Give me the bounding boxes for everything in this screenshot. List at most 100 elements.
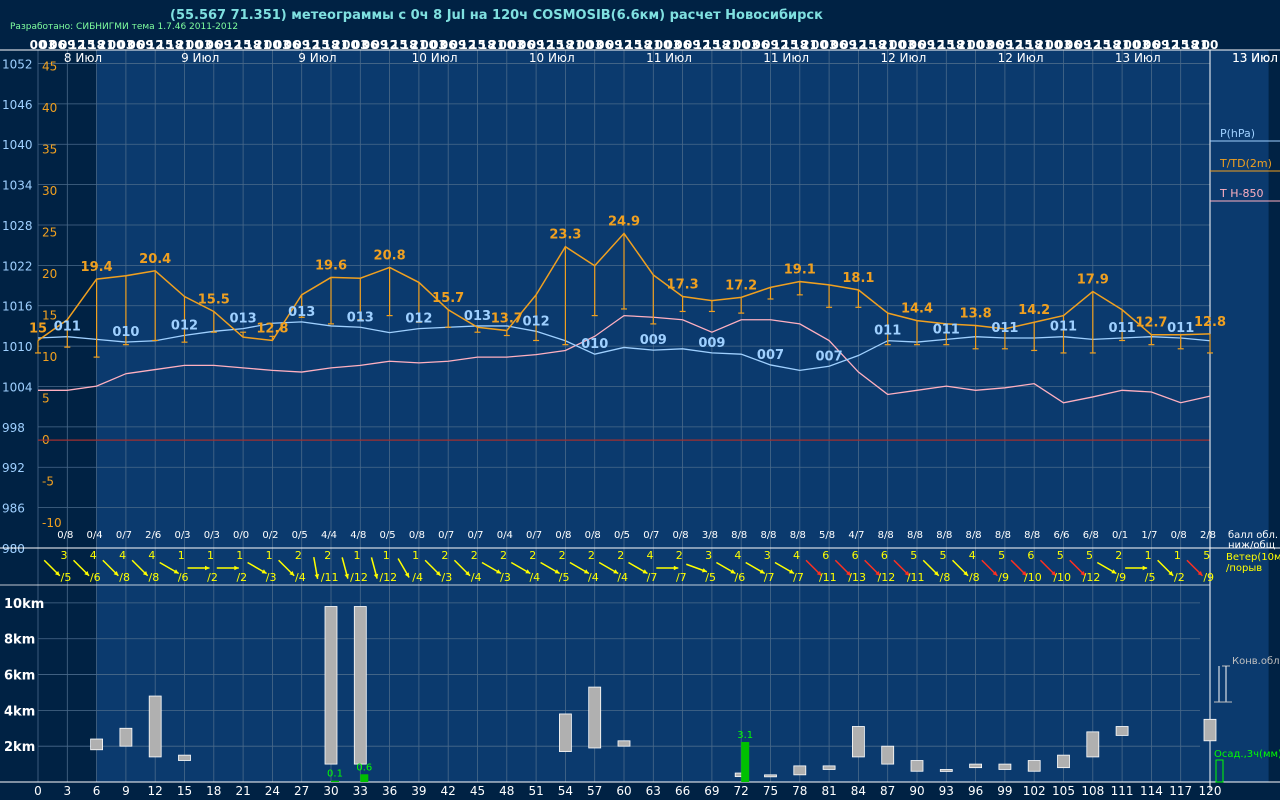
legend-temperature: T/TD(2m): [1219, 157, 1272, 170]
temperature-value-label: 13.8: [960, 307, 992, 322]
pressure-value-label: 011: [54, 320, 81, 335]
pressure-value-label: 007: [816, 349, 843, 364]
bottom-hour-label: 12: [148, 784, 163, 798]
cloud-cover-value: 2/6: [145, 530, 161, 541]
date-label: 12 Июл: [998, 51, 1044, 65]
km-tick-label: 4km: [4, 704, 35, 719]
temperature-tick-label: 40: [42, 101, 57, 115]
bottom-hour-label: 78: [792, 784, 807, 798]
hour-tick-label: 00: [1202, 38, 1219, 52]
convective-cloud-bar: [881, 745, 895, 765]
temperature-tick-label: -10: [42, 516, 62, 530]
precip-value-label: 0.1: [327, 769, 343, 780]
km-tick-label: 10km: [4, 597, 44, 612]
cloud-cover-value: 0/7: [438, 530, 454, 541]
temperature-value-label: 14.4: [901, 302, 933, 317]
convective-cloud-bar: [764, 774, 777, 778]
pressure-tick-label: 1040: [2, 138, 33, 152]
temperature-tick-label: 30: [42, 184, 57, 198]
wind-gust: /4: [295, 571, 306, 584]
date-label: 12 Июл: [880, 51, 926, 65]
precip-value-label: 0.6: [356, 762, 372, 773]
bottom-hour-label: 24: [265, 784, 280, 798]
wind-speed: 6: [881, 549, 888, 562]
convective-cloud-bar: [353, 606, 367, 765]
cloud-cover-value: 8/8: [966, 530, 982, 541]
wind-speed: 2: [529, 549, 536, 562]
temperature-tick-label: -5: [42, 475, 54, 489]
temperature-value-label: 14.2: [1018, 303, 1050, 318]
wind-gust: /9: [1115, 571, 1126, 584]
temperature-value-label: 17.9: [1077, 273, 1109, 288]
temperature-value-label: 15.7: [432, 291, 464, 306]
wind-speed: 5: [940, 549, 947, 562]
wind-gust: /4: [588, 571, 599, 584]
date-label: 13 Июл: [1115, 51, 1161, 65]
bottom-hour-label: 93: [939, 784, 954, 798]
pressure-value-label: 012: [171, 318, 198, 333]
convective-cloud-bar: [617, 740, 631, 747]
cloud-cover-label-2: ниж/общ: [1228, 540, 1275, 551]
temperature-value-label: 12.8: [1194, 315, 1226, 330]
wind-gust: /11: [907, 571, 925, 584]
wind-speed: 6: [822, 549, 829, 562]
cloud-cover-value: 0/3: [174, 530, 190, 541]
wind-speed: 4: [148, 549, 155, 562]
temperature-value-label: 19.4: [81, 260, 113, 275]
bottom-hour-label: 51: [528, 784, 543, 798]
cloud-cover-value: 0/5: [292, 530, 308, 541]
bottom-hour-label: 72: [734, 784, 749, 798]
cloud-cover-value: 0/7: [526, 530, 542, 541]
wind-label-2: /порыв: [1226, 563, 1262, 574]
date-label: 9 Июл: [181, 51, 219, 65]
cloud-cover-value: 0/8: [555, 530, 571, 541]
wind-speed: 5: [1057, 549, 1064, 562]
wind-gust: /7: [676, 571, 687, 584]
bottom-hour-label: 63: [646, 784, 661, 798]
convective-cloud-bar: [178, 754, 191, 761]
cloud-cover-value: 8/8: [936, 530, 952, 541]
wind-gust: /2: [1174, 571, 1185, 584]
wind-speed: 2: [295, 549, 302, 562]
wind-speed: 4: [969, 549, 976, 562]
convective-cloud-bar: [559, 713, 572, 752]
bottom-hour-label: 33: [353, 784, 368, 798]
pressure-tick-label: 1022: [2, 259, 33, 273]
cloud-cover-value: 0/3: [204, 530, 220, 541]
bottom-hour-label: 105: [1052, 784, 1075, 798]
pressure-tick-label: 1016: [2, 300, 33, 314]
convective-cloud-bar: [852, 726, 865, 758]
pressure-value-label: 011: [991, 321, 1018, 336]
temperature-value-label: 19.1: [784, 263, 816, 278]
wind-gust: /6: [735, 571, 746, 584]
bottom-hour-label: 3: [63, 784, 71, 798]
cloud-cover-value: 6/8: [1083, 530, 1099, 541]
wind-speed: 2: [471, 549, 478, 562]
wind-gust: /3: [266, 571, 277, 584]
cloud-cover-value: 8/8: [995, 530, 1011, 541]
convective-cloud-bar: [910, 760, 924, 772]
bottom-hour-label: 30: [323, 784, 338, 798]
wind-speed: 4: [119, 549, 126, 562]
cloud-cover-value: 0/8: [585, 530, 601, 541]
bottom-hour-label: 81: [821, 784, 836, 798]
wind-gust: /4: [471, 571, 482, 584]
wind-speed: 1: [178, 549, 185, 562]
bottom-hour-label: 69: [704, 784, 719, 798]
pressure-value-label: 011: [874, 324, 901, 339]
cloud-cover-value: 4/7: [848, 530, 864, 541]
wind-speed: 2: [441, 549, 448, 562]
wind-gust: /12: [379, 571, 397, 584]
bottom-hour-label: 84: [851, 784, 866, 798]
wind-speed: 2: [500, 549, 507, 562]
cloud-cover-value: 8/8: [760, 530, 776, 541]
date-label: 10 Июл: [412, 51, 458, 65]
wind-gust: /7: [764, 571, 775, 584]
wind-gust: /12: [350, 571, 368, 584]
wind-speed: 5: [1086, 549, 1093, 562]
pressure-tick-label: 1010: [2, 340, 33, 354]
pressure-value-label: 011: [1109, 321, 1136, 336]
bottom-hour-label: 21: [235, 784, 250, 798]
bottom-hour-label: 60: [616, 784, 631, 798]
pressure-value-label: 013: [230, 312, 257, 327]
